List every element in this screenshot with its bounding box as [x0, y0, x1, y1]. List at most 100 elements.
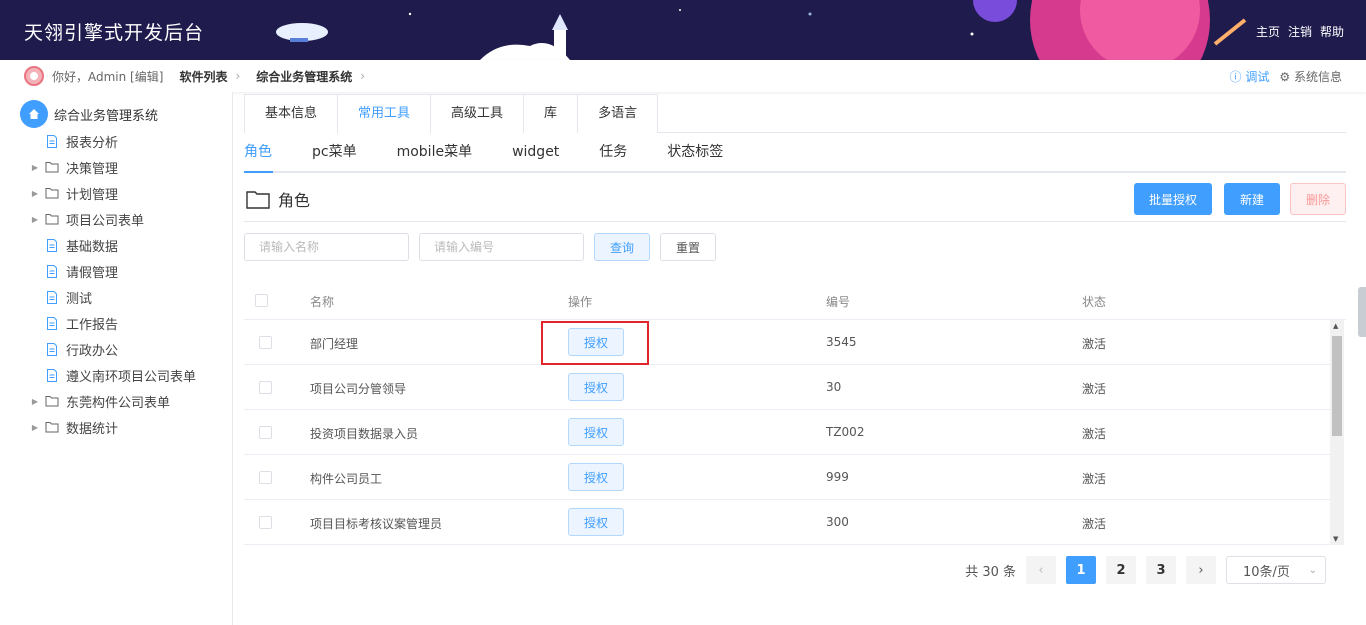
cell-name: 项目公司分管领导	[310, 382, 407, 396]
side-panel-handle[interactable]	[1358, 287, 1366, 337]
column-code[interactable]: 编号	[826, 293, 850, 310]
caret-right-icon[interactable]: ▶	[30, 423, 40, 432]
tab-advanced-tools[interactable]: 高级工具	[430, 94, 525, 133]
column-name[interactable]: 名称	[310, 293, 334, 310]
system-info-link[interactable]: ⚙ 系统信息	[1279, 68, 1342, 85]
main-panel: 基本信息 常用工具 高级工具 库 多语言 角色 pc菜单 mobile菜单 wi…	[244, 94, 1346, 584]
scroll-down-icon[interactable]: ▼	[1333, 535, 1338, 543]
cell-status: 激活	[1082, 337, 1107, 351]
cell-status: 激活	[1082, 382, 1107, 396]
table-row[interactable]: 构件公司员工 999 激活 授权	[244, 455, 1330, 500]
next-page-button[interactable]: ›	[1186, 556, 1216, 584]
home-link[interactable]: 主页	[1256, 23, 1280, 40]
tab-basic-info[interactable]: 基本信息	[244, 94, 339, 133]
document-icon	[44, 368, 60, 382]
avatar[interactable]	[24, 66, 44, 86]
sidebar-item[interactable]: ▶ 决策管理	[30, 154, 118, 180]
tab-pc-menu[interactable]: pc菜单	[312, 133, 357, 171]
create-button[interactable]: 新建	[1224, 183, 1280, 215]
tab-multilanguage[interactable]: 多语言	[577, 94, 659, 133]
page-3-button[interactable]: 3	[1146, 556, 1176, 584]
total-count: 共 30 条	[965, 564, 1016, 580]
authorize-button[interactable]: 授权	[568, 508, 624, 536]
document-icon	[44, 316, 60, 330]
tab-library[interactable]: 库	[523, 94, 579, 133]
sidebar-item[interactable]: 工作报告	[30, 310, 118, 336]
sidebar-item-label: 基础数据	[66, 239, 119, 255]
table-body: 部门经理 3545 激活 授权 项目公司分管领导 30 激活 授权 投资项目数据录入员 TZ002…	[244, 320, 1330, 545]
sidebar-item[interactable]: ▶ 东莞构件公司表单	[30, 388, 170, 414]
reset-button[interactable]: 重置	[660, 233, 716, 261]
sidebar-item[interactable]: 报表分析	[30, 128, 118, 154]
scroll-up-icon[interactable]: ▲	[1333, 322, 1338, 330]
sidebar-item[interactable]: 基础数据	[30, 232, 118, 258]
sidebar-item[interactable]: ▶ 数据统计	[30, 414, 118, 440]
row-checkbox[interactable]	[259, 516, 272, 529]
sidebar-item-label: 决策管理	[66, 161, 119, 177]
sidebar-item[interactable]: ▶ 项目公司表单	[30, 206, 144, 232]
sidebar-item[interactable]: 遵义南环项目公司表单	[30, 362, 196, 388]
sidebar-item[interactable]: 测试	[30, 284, 92, 310]
authorize-button[interactable]: 授权	[568, 373, 624, 401]
section-title: 角色	[246, 187, 310, 211]
page-2-button[interactable]: 2	[1106, 556, 1136, 584]
sidebar-item-label: 工作报告	[66, 317, 119, 333]
sidebar-item-label: 行政办公	[66, 343, 119, 359]
tab-tasks[interactable]: 任务	[599, 133, 627, 171]
page-size-select[interactable]: 10条/页 ⌄	[1226, 556, 1326, 584]
sidebar-item[interactable]: 行政办公	[30, 336, 118, 362]
sidebar-tree: 综合业务管理系统 报表分析 ▶ 决策管理 ▶ 计划管理 ▶ 项目公司表单 基础数据 请假管理 测试…	[0, 92, 233, 625]
caret-right-icon[interactable]: ▶	[30, 215, 40, 224]
folder-icon	[44, 161, 60, 173]
row-checkbox[interactable]	[259, 471, 272, 484]
sidebar-item[interactable]: 请假管理	[30, 258, 118, 284]
table-row[interactable]: 项目目标考核议案管理员 300 激活 授权	[244, 500, 1330, 545]
folder-icon	[44, 187, 60, 199]
column-status[interactable]: 状态	[1082, 293, 1106, 310]
authorize-button[interactable]: 授权	[568, 463, 624, 491]
tab-widget[interactable]: widget	[512, 133, 559, 171]
row-checkbox[interactable]	[259, 381, 272, 394]
tab-common-tools[interactable]: 常用工具	[337, 94, 432, 134]
scrollbar-thumb[interactable]	[1332, 336, 1342, 436]
tab-roles[interactable]: 角色	[244, 133, 272, 171]
table-row[interactable]: 部门经理 3545 激活 授权	[244, 320, 1330, 365]
debug-link[interactable]: ⓘ 调试	[1230, 68, 1270, 85]
caret-right-icon[interactable]: ▶	[30, 397, 40, 406]
table-scrollbar[interactable]: ▲ ▼	[1330, 320, 1344, 545]
search-button[interactable]: 查询	[594, 233, 650, 261]
row-checkbox[interactable]	[259, 426, 272, 439]
crumb-software-list[interactable]: 软件列表	[179, 68, 227, 85]
prev-page-button[interactable]: ‹	[1026, 556, 1056, 584]
sidebar-item-label: 遵义南环项目公司表单	[66, 369, 197, 385]
cell-code: 30	[826, 380, 842, 394]
cell-status: 激活	[1082, 517, 1107, 531]
tab-mobile-menu[interactable]: mobile菜单	[397, 133, 472, 171]
page-1-button[interactable]: 1	[1066, 556, 1096, 584]
name-search-input[interactable]: 请输入名称	[244, 233, 409, 261]
table-row[interactable]: 项目公司分管领导 30 激活 授权	[244, 365, 1330, 410]
folder-icon	[44, 213, 60, 225]
crumb-current-app[interactable]: 综合业务管理系统	[256, 68, 352, 85]
logout-link[interactable]: 注销	[1288, 23, 1312, 40]
chevron-down-icon: ⌄	[1308, 564, 1317, 576]
folder-icon	[44, 395, 60, 407]
delete-button[interactable]: 删除	[1290, 183, 1346, 215]
code-search-input[interactable]: 请输入编号	[419, 233, 584, 261]
tab-status-labels[interactable]: 状态标签	[667, 133, 723, 171]
row-checkbox[interactable]	[259, 336, 272, 349]
batch-authorize-button[interactable]: 批量授权	[1134, 183, 1212, 215]
select-all-checkbox[interactable]	[255, 294, 268, 307]
sidebar-item-label: 报表分析	[66, 135, 119, 151]
greeting-text[interactable]: 你好，Admin [编辑]	[52, 68, 163, 85]
table-row[interactable]: 投资项目数据录入员 TZ002 激活 授权	[244, 410, 1330, 455]
cell-code: TZ002	[826, 425, 865, 439]
caret-right-icon[interactable]: ▶	[30, 163, 40, 172]
caret-right-icon[interactable]: ▶	[30, 189, 40, 198]
authorize-button[interactable]: 授权	[568, 418, 624, 446]
help-link[interactable]: 帮助	[1320, 23, 1344, 40]
sidebar-item[interactable]: ▶ 计划管理	[30, 180, 118, 206]
tree-root[interactable]: 综合业务管理系统	[20, 100, 158, 128]
folder-icon	[246, 191, 270, 209]
sidebar-item-label: 项目公司表单	[66, 213, 145, 229]
